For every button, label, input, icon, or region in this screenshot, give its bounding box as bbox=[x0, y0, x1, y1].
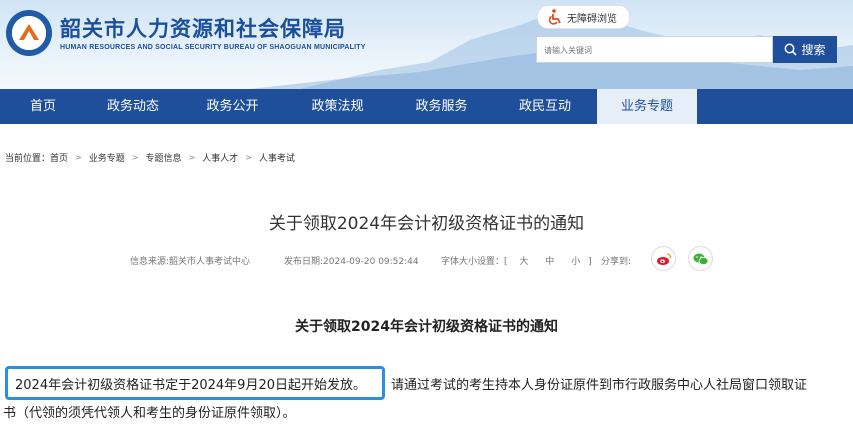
search-input[interactable] bbox=[537, 37, 766, 64]
weibo-icon bbox=[656, 252, 671, 265]
nav-item-interaction[interactable]: 政民互动 bbox=[493, 89, 597, 124]
site-subtitle: HUMAN RESOURCES AND SOCIAL SECURITY BURE… bbox=[60, 44, 366, 51]
font-large-button[interactable]: 大 bbox=[519, 257, 528, 267]
font-bracket-open: [ bbox=[504, 257, 508, 267]
article-source: 信息来源:韶关市人事考试中心 bbox=[130, 257, 251, 267]
breadcrumb-item-home[interactable]: 首页 bbox=[50, 151, 68, 164]
site-header: 韶关市人力资源和社会保障局 HUMAN RESOURCES AND SOCIAL… bbox=[0, 0, 853, 89]
bureau-logo-icon[interactable] bbox=[6, 10, 52, 56]
accessibility-button[interactable]: 无障碍浏览 bbox=[537, 5, 630, 29]
paragraph-text-line1: 请通过考试的考生持本人身份证原件到市行政服务中心人社局窗口领取证 bbox=[391, 378, 808, 393]
chevron-right-icon: > bbox=[75, 153, 82, 162]
site-title[interactable]: 韶关市人力资源和社会保障局 bbox=[60, 13, 346, 43]
share-label: 分享到: bbox=[601, 257, 632, 267]
search-box bbox=[536, 36, 773, 64]
search-button-label: 搜索 bbox=[801, 43, 826, 57]
breadcrumb-item-talent[interactable]: 人事人才 bbox=[202, 151, 238, 164]
wechat-icon bbox=[693, 253, 708, 265]
font-small-button[interactable]: 小 bbox=[571, 257, 580, 267]
breadcrumb-item-topic-info[interactable]: 专题信息 bbox=[145, 151, 181, 164]
chevron-right-icon: > bbox=[131, 153, 139, 162]
nav-item-services[interactable]: 政务服务 bbox=[390, 89, 493, 124]
font-medium-button[interactable]: 中 bbox=[545, 257, 554, 267]
chevron-right-icon: > bbox=[188, 153, 196, 162]
breadcrumb-item-exam[interactable]: 人事考试 bbox=[259, 151, 295, 164]
nav-item-policy[interactable]: 政策法规 bbox=[285, 89, 390, 124]
article-date: 发布日期:2024-09-20 09:52:44 bbox=[284, 257, 419, 267]
breadcrumb-prefix: 当前位置： bbox=[5, 154, 51, 164]
paragraph-highlight-text: 2024年会计初级资格证书定于2024年9月20日起开始发放。 bbox=[15, 378, 366, 393]
wechat-share-button[interactable] bbox=[688, 246, 713, 271]
nav-item-home[interactable]: 首页 bbox=[0, 89, 86, 124]
font-size-control: 字体大小设置：[ 大 中 小 ] bbox=[441, 254, 592, 267]
nav-item-topics[interactable]: 业务专题 bbox=[597, 89, 697, 124]
nav-item-disclosure[interactable]: 政务公开 bbox=[180, 89, 285, 124]
font-bracket-close: ] bbox=[588, 257, 592, 267]
search-icon bbox=[785, 43, 798, 56]
font-size-label: 字体大小设置： bbox=[441, 257, 505, 267]
breadcrumb: 当前位置： 首页 > 业务专题 > 专题信息 > 人事人才 > 人事考试 bbox=[5, 151, 295, 164]
wheelchair-icon bbox=[548, 9, 561, 25]
weibo-share-button[interactable] bbox=[651, 246, 676, 271]
accessibility-label: 无障碍浏览 bbox=[567, 13, 617, 25]
breadcrumb-item-topics[interactable]: 业务专题 bbox=[89, 151, 125, 164]
chevron-right-icon: > bbox=[245, 153, 252, 162]
nav-item-news[interactable]: 政务动态 bbox=[86, 89, 180, 124]
paragraph-text-line2: 书（代领的须凭代领人和考生的身份证原件领取）。 bbox=[3, 406, 296, 421]
main-nav: 首页 政务动态 政务公开 政策法规 政务服务 政民互动 业务专题 bbox=[0, 89, 853, 124]
article-title: 关于领取2024年会计初级资格证书的通知 bbox=[268, 214, 585, 234]
content-title: 关于领取2024年会计初级资格证书的通知 bbox=[295, 319, 558, 335]
search-button[interactable]: 搜索 bbox=[773, 36, 837, 63]
